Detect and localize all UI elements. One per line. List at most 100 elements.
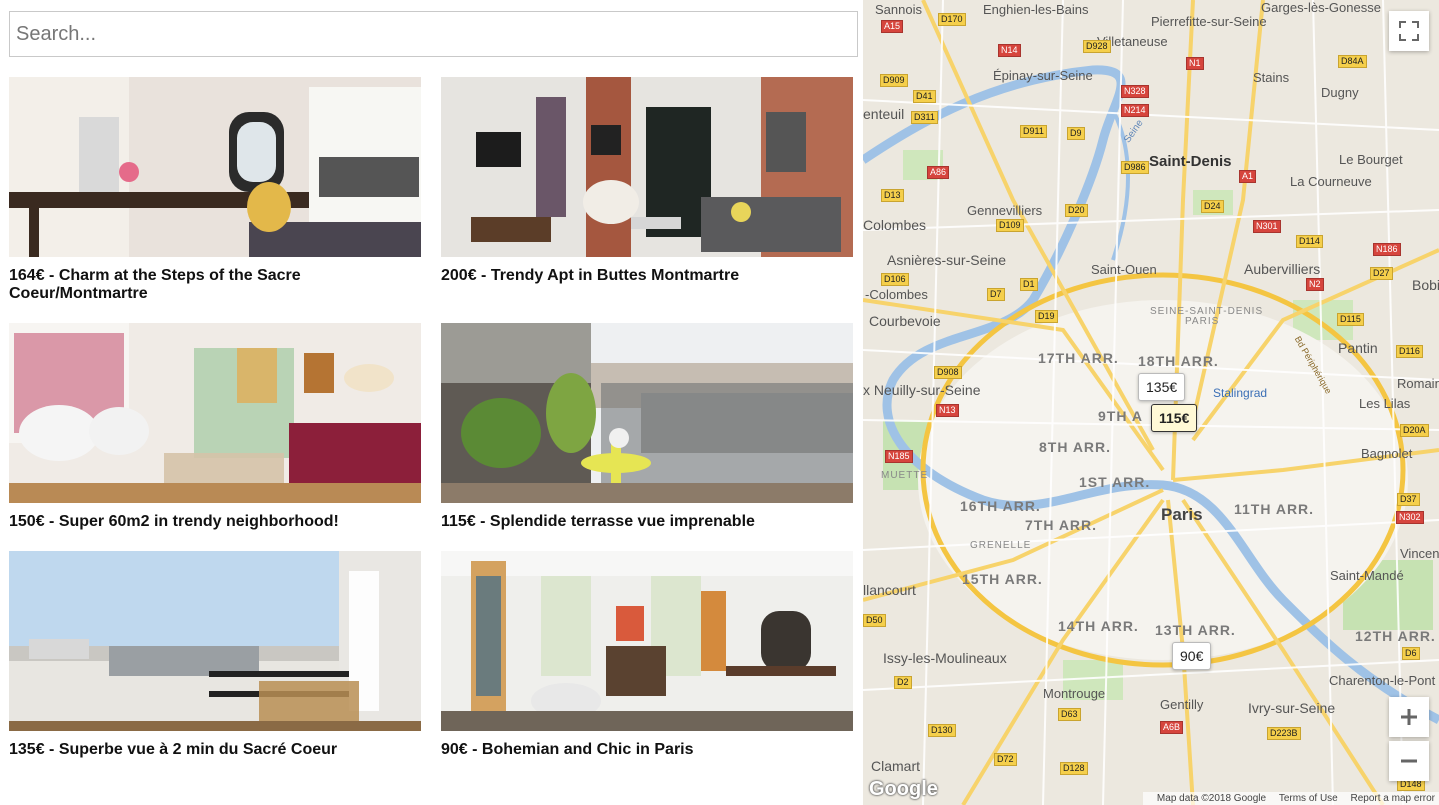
arrondissement-label: 18TH ARR. [1138, 353, 1219, 369]
map-data-credit: Map data ©2018 Google [1156, 793, 1267, 804]
route-shield: N214 [1121, 104, 1149, 117]
arrondissement-label: 7TH ARR. [1025, 517, 1098, 533]
route-shield: D130 [928, 724, 956, 737]
route-shield: D41 [913, 90, 936, 103]
route-shield: N302 [1396, 511, 1424, 524]
price-marker[interactable]: 90€ [1172, 642, 1212, 670]
route-shield: D7 [987, 288, 1005, 301]
route-shield: D116 [1396, 345, 1423, 358]
route-shield: D20 [1065, 204, 1088, 217]
minus-icon [1401, 759, 1417, 763]
map-place-label: La Courneuve [1290, 174, 1372, 189]
map-attribution: Map data ©2018 Google Terms of Use Repor… [1142, 792, 1439, 805]
listing-title[interactable]: 150€ - Super 60m2 in trendy neighborhood… [9, 513, 421, 531]
map-place-label: Stains [1253, 70, 1290, 85]
route-shield: D928 [1083, 40, 1111, 53]
map[interactable]: Sannois Enghien-les-Bains Pierrefitte-su… [863, 0, 1439, 805]
fullscreen-button[interactable] [1389, 11, 1429, 51]
map-place-label: Clamart [871, 758, 921, 774]
map-place-label: x Neuilly-sur-Seine [863, 382, 981, 398]
listing-photo [9, 77, 421, 257]
map-place-label: MUETTE [881, 470, 929, 481]
zoom-out-button[interactable] [1389, 741, 1429, 781]
arrondissement-label: 15TH ARR. [962, 571, 1043, 587]
report-error-link[interactable]: Report a map error [1351, 793, 1435, 804]
map-city-label: Paris [1161, 505, 1203, 524]
route-shield: D109 [996, 219, 1024, 232]
route-shield: N14 [998, 44, 1021, 57]
route-shield: D9 [1067, 127, 1085, 140]
listing-card[interactable]: 115€ - Splendide terrasse vue imprenable [441, 323, 853, 531]
arrondissement-label: 12TH ARR. [1355, 628, 1436, 644]
map-place-label: enteuil [863, 106, 905, 122]
route-shield: D24 [1201, 200, 1224, 213]
listing-card[interactable]: 90€ - Bohemian and Chic in Paris [441, 551, 853, 759]
route-shield: D311 [911, 111, 938, 124]
arrondissement-label: 9TH A [1098, 408, 1143, 424]
listing-title[interactable]: 164€ - Charm at the Steps of the Sacre C… [9, 267, 421, 303]
google-logo[interactable]: Google [869, 778, 938, 801]
route-shield: D908 [934, 366, 962, 379]
route-shield: D72 [994, 753, 1017, 766]
map-place-label: Charenton-le-Pont [1329, 673, 1436, 688]
terms-link[interactable]: Terms of Use [1279, 793, 1338, 804]
route-shield: D19 [1035, 310, 1058, 323]
route-shield: N301 [1253, 220, 1281, 233]
listing-card[interactable]: 150€ - Super 60m2 in trendy neighborhood… [9, 323, 421, 531]
search-input[interactable] [9, 11, 858, 57]
listing-title[interactable]: 90€ - Bohemian and Chic in Paris [441, 741, 853, 759]
plus-icon [1401, 709, 1417, 725]
listing-title[interactable]: 135€ - Superbe vue à 2 min du Sacré Coeu… [9, 741, 421, 759]
route-shield: A6B [1160, 721, 1184, 734]
map-place-label: Colombes [863, 217, 927, 233]
route-shield: A1 [1239, 170, 1257, 183]
listing-card[interactable]: 164€ - Charm at the Steps of the Sacre C… [9, 77, 421, 303]
listing-photo [441, 323, 853, 503]
arrondissement-label: 11TH ARR. [1234, 501, 1315, 517]
route-shield: D13 [881, 189, 904, 202]
listing-title[interactable]: 200€ - Trendy Apt in Buttes Montmartre [441, 267, 853, 285]
zoom-in-button[interactable] [1389, 697, 1429, 737]
route-shield: D128 [1060, 762, 1088, 775]
map-place-label: Saint-Ouen [1091, 262, 1157, 277]
listing-card[interactable]: 135€ - Superbe vue à 2 min du Sacré Coeu… [9, 551, 421, 759]
map-place-label: llancourt [863, 582, 916, 598]
map-place-label: Épinay-sur-Seine [993, 68, 1093, 83]
route-shield: D37 [1397, 493, 1420, 506]
map-place-label: Aubervilliers [1244, 261, 1321, 277]
listing-title[interactable]: 115€ - Splendide terrasse vue imprenable [441, 513, 853, 531]
map-place-label: Asnières-sur-Seine [887, 252, 1007, 268]
map-place-label: Gennevilliers [967, 203, 1043, 218]
route-shield: D223B [1267, 727, 1301, 740]
route-shield: D63 [1058, 708, 1081, 721]
route-shield: D20A [1400, 424, 1429, 437]
map-place-label: Gentilly [1160, 697, 1204, 712]
listing-photo [9, 323, 421, 503]
route-shield: N13 [936, 404, 959, 417]
map-place-label: Montrouge [1043, 686, 1106, 701]
route-shield: D911 [1020, 125, 1047, 138]
price-marker-selected[interactable]: 115€ [1151, 404, 1198, 432]
fullscreen-icon [1399, 21, 1419, 41]
price-marker[interactable]: 135€ [1138, 373, 1186, 401]
route-shield: D986 [1121, 161, 1149, 174]
map-place-label: Bobig [1412, 277, 1439, 293]
listing-photo [441, 551, 853, 731]
map-place-label: GRENELLE [970, 540, 1032, 551]
listing-card[interactable]: 200€ - Trendy Apt in Buttes Montmartre [441, 77, 853, 285]
arrondissement-label: 17TH ARR. [1038, 350, 1119, 366]
map-place-label: Garges-lès-Gonesse [1261, 0, 1381, 15]
map-place-label: Sannois [875, 2, 922, 17]
metro-station-label: Stalingrad [1213, 386, 1268, 400]
route-shield: N1 [1186, 57, 1204, 70]
route-shield: D84A [1338, 55, 1367, 68]
route-shield: D50 [863, 614, 886, 627]
map-place-label: Enghien-les-Bains [983, 2, 1089, 17]
map-place-label: Issy-les-Moulineaux [883, 650, 1007, 666]
listing-photo [9, 551, 421, 731]
arrondissement-label: 14TH ARR. [1058, 618, 1139, 634]
arrondissement-label: 1ST ARR. [1079, 474, 1151, 490]
route-shield: D2 [894, 676, 912, 689]
map-place-label: Les Lilas [1359, 396, 1411, 411]
route-shield: N2 [1306, 278, 1324, 291]
